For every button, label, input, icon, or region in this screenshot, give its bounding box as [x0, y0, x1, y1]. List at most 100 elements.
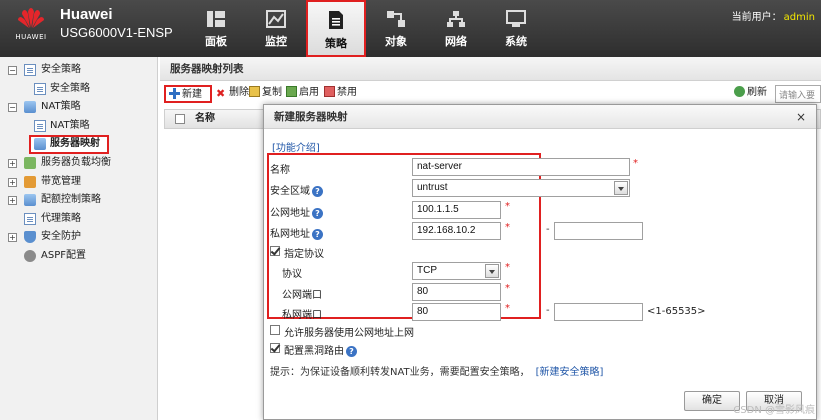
current-user-name[interactable]: admin [784, 12, 815, 23]
zone-row: 安全区域? untrust [264, 179, 816, 199]
shield-icon [24, 231, 36, 244]
copy-button[interactable]: 复制 [249, 85, 282, 103]
huawei-flower-icon [18, 8, 44, 28]
search-input[interactable]: 请输入要 [775, 85, 821, 103]
delete-x-icon: ✖ [216, 87, 226, 100]
nav-dashboard[interactable]: 面板 [186, 0, 246, 57]
private-ip-label-text: 私网地址 [270, 229, 310, 240]
sidebar-item-label: 安全防护 [41, 231, 81, 243]
required-mark: * [505, 201, 510, 212]
expand-icon[interactable]: + [8, 158, 17, 168]
quota-icon [24, 194, 36, 207]
name-row: 名称 nat-server * [264, 158, 816, 178]
server-mapping-icon [34, 138, 46, 151]
sidebar-item-security-protection[interactable]: + 安全防护 [0, 228, 157, 247]
column-header-name[interactable]: 名称 [195, 110, 215, 128]
blackhole-route-checkbox[interactable] [270, 343, 280, 353]
private-port-input[interactable]: 80 [412, 303, 501, 321]
collapse-icon[interactable]: − [8, 103, 17, 113]
expand-icon[interactable]: + [8, 177, 17, 187]
private-port-end-input[interactable] [554, 303, 643, 321]
blackhole-route-label: 配置黑洞路由? [284, 342, 357, 357]
enable-button[interactable]: 启用 [286, 85, 319, 103]
sidebar-item-security-policy-group[interactable]: − 安全策略 [0, 61, 157, 80]
specify-protocol-checkbox[interactable] [270, 246, 280, 256]
refresh-icon [734, 86, 745, 97]
allow-internet-row: 允许服务器使用公网地址上网 [264, 321, 816, 341]
nav-monitor[interactable]: 监控 [246, 0, 306, 57]
current-user: 当前用户： admin [732, 8, 815, 23]
feature-intro-link[interactable]: [功能介绍] [272, 139, 320, 154]
zone-select[interactable]: untrust [412, 179, 630, 197]
policy-icon [24, 64, 36, 76]
brand-name: Huawei [60, 6, 113, 23]
nav-label: 系统 [505, 35, 527, 48]
sidebar-item-nat-policy-group[interactable]: − NAT策略 [0, 98, 157, 117]
sidebar-item-aspf[interactable]: ASPF配置 [0, 247, 157, 266]
allow-internet-checkbox[interactable] [270, 325, 280, 335]
sidebar-item-nat-policy[interactable]: NAT策略 [0, 117, 157, 136]
monitor-icon [266, 10, 286, 28]
nav-object[interactable]: 对象 [366, 0, 426, 57]
zone-label-text: 安全区域 [270, 186, 310, 197]
sidebar-item-server-mapping[interactable]: 服务器映射 [0, 135, 157, 155]
refresh-button[interactable]: 刷新 [734, 85, 767, 103]
zone-select-value: untrust [417, 182, 448, 193]
sidebar-item-label: 安全策略 [41, 64, 81, 75]
new-security-policy-link[interactable]: [新建安全策略] [536, 367, 604, 378]
sidebar-item-proxy-policy[interactable]: 代理策略 [0, 210, 157, 229]
chevron-down-icon[interactable] [614, 181, 628, 195]
public-port-input[interactable]: 80 [412, 283, 501, 301]
refresh-button-label: 刷新 [747, 87, 767, 98]
name-label: 名称 [270, 165, 290, 176]
load-balance-icon [24, 156, 36, 169]
expand-icon[interactable]: + [8, 233, 17, 243]
sidebar-item-label: 服务器映射 [50, 138, 100, 150]
top-header: HUAWEI Huawei USG6000V1-ENSP 面板 监控 策略 对象… [0, 0, 821, 57]
range-dash: - [546, 305, 550, 316]
sidebar-item-label: 安全策略 [50, 82, 90, 94]
nav-network[interactable]: 网络 [426, 0, 486, 57]
policy-icon [34, 82, 46, 95]
watermark: CSDN @雪影风痕 [733, 405, 815, 416]
sidebar-item-bandwidth[interactable]: + 带宽管理 [0, 173, 157, 192]
expand-icon[interactable]: + [8, 196, 17, 206]
protocol-row: 协议 TCP * [264, 262, 816, 282]
private-ip-end-input[interactable] [554, 222, 643, 240]
nav-policy[interactable]: 策略 [306, 0, 366, 57]
collapse-icon[interactable]: − [8, 66, 17, 75]
system-icon [506, 10, 526, 27]
help-icon[interactable]: ? [312, 186, 323, 197]
protocol-select-value: TCP [417, 265, 437, 276]
nav-label: 监控 [265, 35, 287, 48]
sidebar-item-quota-control[interactable]: + 配额控制策略 [0, 191, 157, 210]
close-icon[interactable]: × [794, 110, 808, 124]
help-icon[interactable]: ? [346, 346, 357, 357]
disable-button[interactable]: 禁用 [324, 85, 357, 103]
sidebar-item-label: 带宽管理 [41, 175, 81, 187]
ok-button[interactable]: 确定 [684, 391, 740, 411]
new-button-label: 新建 [182, 89, 202, 100]
required-mark: * [633, 158, 638, 169]
copy-button-label: 复制 [262, 87, 282, 98]
select-all-checkbox[interactable] [175, 114, 185, 124]
new-button[interactable]: 新建 [164, 85, 212, 103]
sidebar-item-label: 配额控制策略 [41, 194, 101, 206]
disable-icon [324, 86, 335, 97]
sidebar-item-security-policy[interactable]: 安全策略 [0, 80, 157, 99]
protocol-select[interactable]: TCP [412, 262, 501, 280]
hint-message: 提示：为保证设备顺利转发NAT业务，需要配置安全策略， [270, 367, 530, 378]
public-ip-input[interactable]: 100.1.1.5 [412, 201, 501, 219]
private-ip-input[interactable]: 192.168.10.2 [412, 222, 501, 240]
delete-button[interactable]: ✖ 删除 [216, 85, 249, 103]
protocol-label: 协议 [282, 269, 302, 280]
sidebar-tree: − 安全策略 安全策略 − NAT策略 NAT策略 服务器映射 + 服务器负载均… [0, 57, 158, 420]
sidebar-item-server-load-balance[interactable]: + 服务器负载均衡 [0, 154, 157, 173]
help-icon[interactable]: ? [312, 229, 323, 240]
name-input[interactable]: nat-server [412, 158, 630, 176]
copy-icon [249, 86, 260, 97]
nav-system[interactable]: 系统 [486, 0, 546, 57]
chevron-down-icon[interactable] [485, 264, 499, 278]
help-icon[interactable]: ? [312, 208, 323, 219]
sidebar-item-label: ASPF配置 [41, 249, 86, 261]
